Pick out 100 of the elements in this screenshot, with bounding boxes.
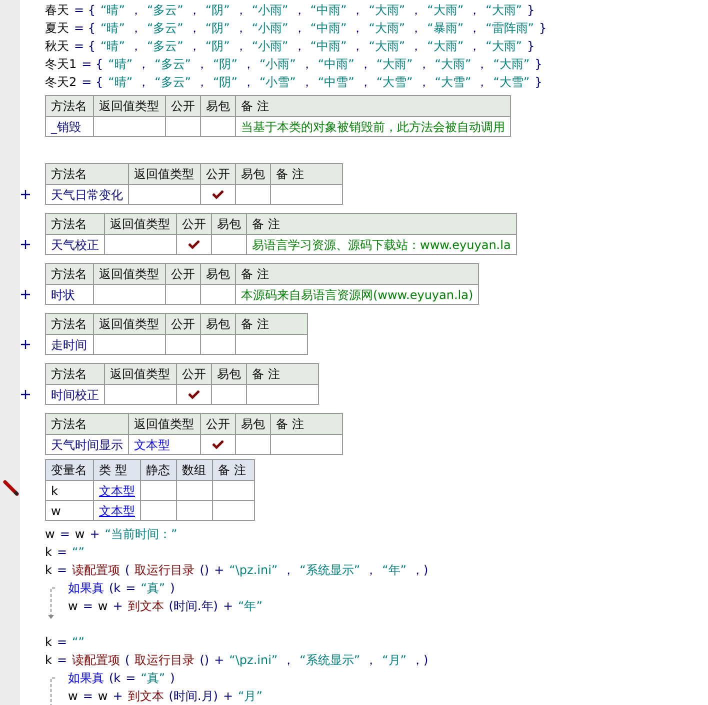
code-token: (时间.年): [168, 598, 218, 615]
code-token: “晴”: [108, 74, 133, 91]
method-name[interactable]: 走时间: [46, 334, 94, 354]
code-token: “中雨”: [310, 38, 347, 55]
check-icon: [212, 190, 224, 199]
expand-icon[interactable]: [21, 240, 30, 249]
code-token: (: [125, 652, 130, 669]
code-token: 读配置项: [72, 652, 120, 669]
code-token: “\pz.ini”: [229, 652, 278, 669]
code-token: 秋天: [45, 38, 69, 55]
column-header: 返回值类型: [128, 164, 200, 184]
column-header: 备 注: [270, 164, 342, 184]
code-token: “系统显示”: [300, 562, 360, 579]
code-token: =: [82, 688, 93, 705]
code-token: ，: [476, 74, 488, 91]
code-token: “大雨”: [368, 2, 406, 19]
expand-icon[interactable]: [21, 340, 30, 349]
code-token: ，: [138, 74, 150, 91]
remark-cell: [246, 384, 318, 404]
code-token: ，: [234, 38, 247, 55]
method-name[interactable]: 时间校正: [46, 384, 104, 404]
method-name[interactable]: 天气校正: [46, 234, 104, 254]
code-token: k: [45, 634, 52, 651]
return-type-cell: [94, 116, 166, 136]
code-token: ，: [242, 74, 254, 91]
code-token: “真”: [140, 580, 166, 597]
code-token: ，: [293, 20, 306, 37]
code-token: ): [170, 670, 175, 687]
method-name[interactable]: 时状: [46, 284, 94, 304]
code-token: +: [214, 652, 224, 669]
code-token: ，: [410, 20, 422, 37]
column-header: 公开: [200, 164, 236, 184]
variable-name[interactable]: w: [46, 500, 94, 520]
method-name[interactable]: 天气时间显示: [46, 434, 128, 454]
column-header: 易包: [212, 214, 246, 234]
code-token: }: [527, 2, 535, 19]
column-header: 公开: [166, 96, 200, 116]
remark-cell: 易语言学习资源、源码下载站：www.eyuyan.la: [246, 234, 516, 254]
code-token: “大雨”: [376, 56, 413, 73]
method-name[interactable]: 天气日常变化: [46, 184, 128, 204]
remark-cell: 本源码来自易语言资源网(www.eyuyan.la): [236, 284, 479, 304]
code-token: “真”: [140, 670, 166, 687]
code-token: ，: [365, 652, 378, 669]
code-token: 取运行目录: [134, 652, 195, 669]
code-token: ，: [293, 38, 306, 55]
code-token: w: [98, 598, 108, 615]
code-token: “多云”: [154, 74, 192, 91]
column-header: 备 注: [246, 214, 516, 234]
code-token: = {: [82, 74, 104, 91]
code-token: ，: [476, 56, 488, 73]
table-cell: [212, 480, 254, 500]
table-cell: [200, 284, 236, 304]
column-header: 易包: [212, 364, 246, 384]
code-token: ，: [468, 38, 481, 55]
code-token: w: [45, 526, 55, 543]
variable-name[interactable]: k: [46, 480, 94, 500]
code-token: “\pz.ini”: [229, 562, 278, 579]
code-token: 冬天1: [45, 56, 77, 73]
code-token: ，: [234, 2, 247, 19]
code-token: }: [534, 74, 542, 91]
code-token: “大雪”: [376, 74, 413, 91]
code-token: k: [45, 652, 52, 669]
column-header: 易包: [236, 414, 270, 434]
code-token: =: [126, 580, 136, 597]
expand-icon[interactable]: [21, 190, 30, 199]
column-header: 返回值类型: [94, 314, 166, 334]
code-token: ，): [412, 652, 428, 669]
expand-icon[interactable]: [21, 290, 30, 299]
code-token: “多云”: [154, 56, 192, 73]
column-header: 易包: [200, 96, 236, 116]
code-token: “雷阵雨”: [486, 20, 534, 37]
code-token: “小雪”: [259, 74, 296, 91]
remark-cell: 当基于本类的对象被销毁前，此方法会被自动调用: [236, 116, 510, 136]
code-token: “阴”: [205, 38, 230, 55]
code-token: “小雨”: [252, 20, 288, 37]
code-token: =: [126, 670, 136, 687]
method-name[interactable]: _销毁: [46, 116, 94, 136]
code-token: 如果真: [68, 580, 104, 597]
code-token: ，: [282, 652, 295, 669]
column-header: 公开: [166, 264, 200, 284]
code-token: “晴”: [100, 2, 125, 19]
code-token: (: [125, 562, 130, 579]
code-token: 到文本: [128, 598, 164, 615]
code-token: “大雨”: [427, 38, 464, 55]
expand-icon[interactable]: [21, 390, 30, 399]
code-token: w: [74, 526, 85, 543]
code-token: “大雨”: [368, 38, 406, 55]
code-token: ，: [300, 56, 313, 73]
column-header: 静态: [140, 460, 176, 480]
code-token: “中雪”: [318, 74, 354, 91]
column-header: 返回值类型: [104, 364, 176, 384]
code-token: 冬天2: [45, 74, 77, 91]
code-token: +: [222, 688, 234, 705]
code-token: = {: [74, 38, 96, 55]
table-cell: [140, 500, 176, 520]
code-token: 读配置项: [72, 562, 120, 579]
code-token: (): [200, 652, 210, 669]
code-token: =: [60, 526, 70, 543]
code-token: ，: [300, 74, 313, 91]
code-token: ，: [352, 2, 364, 19]
